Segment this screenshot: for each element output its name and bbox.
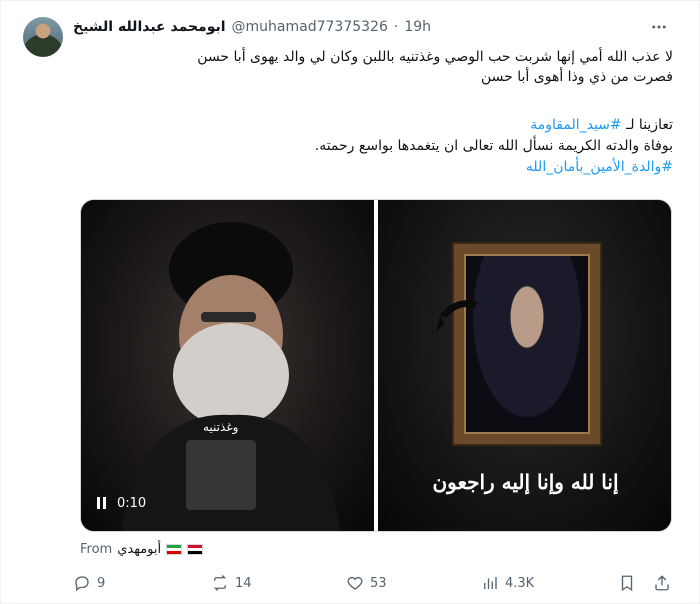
- repost-button[interactable]: 14: [211, 569, 252, 597]
- condolence-prefix: تعازينا لـ: [621, 117, 673, 133]
- source-name[interactable]: أبومهدي: [117, 542, 161, 557]
- tweet-card[interactable]: ابومحمد عبدالله الشيخ @muhamad77375326 ·…: [0, 0, 700, 604]
- tweet-text-line: فصرت من ذي وذا أهوى أبا حسن: [481, 69, 673, 85]
- hashtag-link[interactable]: #سيد_المقاومة: [530, 117, 621, 133]
- reply-button[interactable]: 9: [73, 569, 105, 597]
- iraq-flag-icon: [187, 543, 204, 555]
- video-overlay-text: وغذتنيه: [203, 420, 239, 434]
- hashtag-link[interactable]: #والدة_الأمين_بأمان_الله: [73, 157, 673, 178]
- video-thumbnail[interactable]: وغذتنيه 0:10: [81, 200, 374, 531]
- video-controls[interactable]: 0:10: [97, 496, 146, 511]
- author-handle[interactable]: @muhamad77375326: [232, 19, 388, 35]
- tweet-text-line: لا عذب الله أمي إنها شربت حب الوصي وغذتن…: [197, 49, 673, 65]
- heart-icon: [347, 576, 363, 590]
- calligraphy-text: إنا لله وإنا إليه راجعون: [432, 470, 619, 494]
- more-options-button[interactable]: [649, 17, 669, 37]
- repost-count: 14: [235, 575, 252, 591]
- avatar[interactable]: [23, 17, 63, 57]
- action-bar: 9 14 53 4.3K: [73, 569, 673, 597]
- bookmark-button[interactable]: [618, 569, 636, 597]
- pause-icon[interactable]: [97, 496, 109, 511]
- tweet-text-line: بوفاة والدته الكريمة نسأل الله تعالى ان …: [314, 138, 673, 154]
- tweet-time[interactable]: 19h: [404, 19, 431, 35]
- views-count: 4.3K: [505, 575, 535, 591]
- reply-count: 9: [97, 575, 106, 591]
- source-line: From أبومهدي: [80, 540, 204, 558]
- share-button[interactable]: [653, 569, 671, 597]
- media-grid: وغذتنيه 0:10 إنا لله وإنا إليه راجعون: [80, 199, 672, 532]
- like-count: 53: [370, 575, 387, 591]
- tweet-text-line: تعازينا لـ #سيد_المقاومة: [73, 115, 673, 136]
- bookmark-icon: [621, 575, 633, 592]
- tweet-text-paragraph-1: لا عذب الله أمي إنها شربت حب الوصي وغذتن…: [73, 47, 673, 87]
- share-icon: [655, 575, 669, 591]
- iran-flag-icon: [166, 543, 183, 555]
- views-button[interactable]: 4.3K: [481, 569, 534, 597]
- more-icon: [652, 25, 666, 29]
- tweet-text-paragraph-2: تعازينا لـ #سيد_المقاومة بوفاة والدته ال…: [73, 115, 673, 178]
- video-time: 0:10: [117, 496, 147, 511]
- reply-icon: [75, 576, 89, 592]
- repost-icon: [213, 575, 227, 591]
- portrait-image: [121, 222, 341, 531]
- author-name[interactable]: ابومحمد عبدالله الشيخ: [73, 19, 226, 35]
- header-separator: ·: [393, 19, 399, 35]
- memorial-image[interactable]: إنا لله وإنا إليه راجعون: [378, 200, 671, 531]
- like-button[interactable]: 53: [346, 569, 387, 597]
- tweet-header: ابومحمد عبدالله الشيخ @muhamad77375326 ·…: [73, 16, 431, 38]
- from-label: From: [80, 541, 113, 557]
- views-icon: [484, 577, 497, 589]
